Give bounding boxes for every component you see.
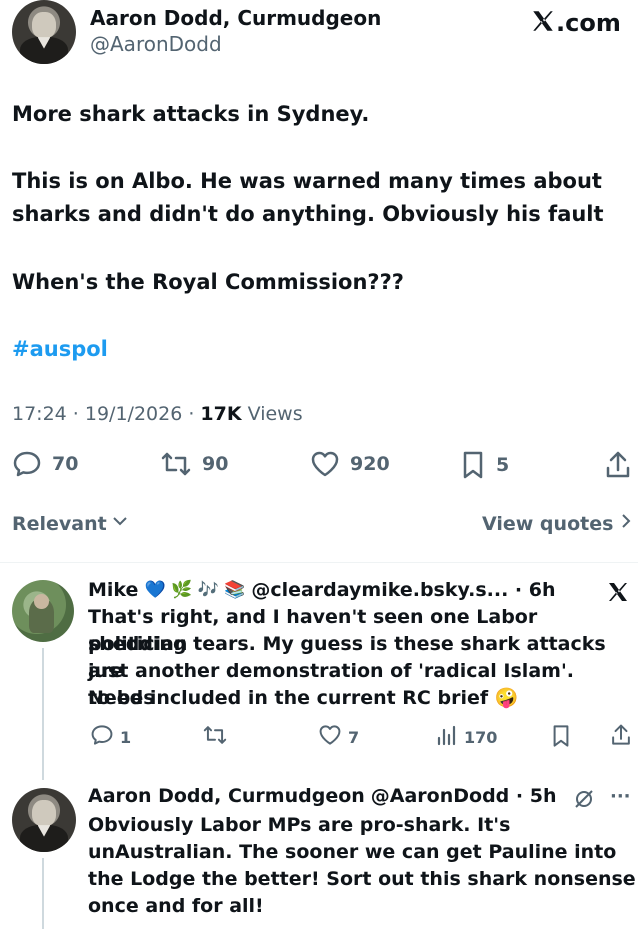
reply1-emojis: 💙 🌿 🎶 📚 <box>144 580 246 600</box>
bookmark-icon <box>460 450 486 480</box>
view-quotes-link[interactable]: View quotes <box>482 512 633 535</box>
reply1-share-button[interactable] <box>610 723 632 751</box>
reply1-header: Mike 💙 🌿 🎶 📚 @cleardaymike.bsky.s... · 6… <box>88 579 556 601</box>
reply1-views-action[interactable]: 170 <box>436 724 497 750</box>
share-button[interactable] <box>604 450 632 480</box>
chevron-right-icon <box>619 512 633 535</box>
author-name[interactable]: Aaron Dodd, Curmudgeon <box>90 6 381 30</box>
like-action[interactable]: 920 <box>310 450 390 478</box>
bar-chart-icon <box>436 724 458 750</box>
bookmark-count: 5 <box>496 454 510 476</box>
reply-count: 70 <box>52 453 79 475</box>
reply2-handle-time[interactable]: @AaronDodd · 5h <box>371 785 557 807</box>
repost-count: 90 <box>202 453 229 475</box>
thread-line <box>42 648 44 780</box>
reply1-reply-action[interactable]: 1 <box>90 724 131 750</box>
reply1-repost-action[interactable] <box>202 724 228 750</box>
reply2-text-2: unAustralian. The sooner we can get Paul… <box>88 841 617 863</box>
reply1-views-count: 170 <box>464 727 498 747</box>
section-divider <box>0 562 638 563</box>
repost-icon <box>202 724 228 750</box>
chevron-down-icon <box>111 512 129 535</box>
view-quotes-label: View quotes <box>482 512 614 535</box>
reply1-reply-count: 1 <box>120 727 132 747</box>
reply2-name[interactable]: Aaron Dodd, Curmudgeon <box>88 785 365 807</box>
thread-line <box>42 858 44 929</box>
more-options-icon[interactable]: ··· <box>610 786 631 807</box>
tweet-time[interactable]: 17:24 · 19/1/2026 · <box>12 403 200 425</box>
share-icon <box>604 450 632 480</box>
grok-icon[interactable] <box>572 787 596 815</box>
sort-label: Relevant <box>12 512 107 535</box>
reply-icon <box>12 450 42 478</box>
hashtag-link[interactable]: #auspol <box>12 332 108 366</box>
views-count: 17K <box>200 403 242 425</box>
reply2-text-1: Obviously Labor MPs are pro-shark. It's <box>88 814 511 836</box>
reply1-handle-time[interactable]: @cleardaymike.bsky.s... · 6h <box>251 579 555 601</box>
tweet-line-1: More shark attacks in Sydney. <box>12 102 370 126</box>
reply2-header: Aaron Dodd, Curmudgeon @AaronDodd · 5h <box>88 785 556 807</box>
views-label: Views <box>241 403 303 425</box>
reply1-like-count: 7 <box>348 727 360 747</box>
repost-icon <box>160 450 192 478</box>
reply2-avatar[interactable] <box>12 788 76 852</box>
x-icon <box>530 8 556 38</box>
reply1-like-action[interactable]: 7 <box>318 724 359 750</box>
heart-icon <box>310 450 340 478</box>
like-count: 920 <box>350 453 390 475</box>
share-icon <box>610 724 632 751</box>
site-label: .com <box>556 9 621 37</box>
reply1-avatar[interactable] <box>12 580 74 642</box>
reply-action[interactable]: 70 <box>12 450 78 478</box>
bookmark-icon <box>550 725 572 752</box>
author-handle[interactable]: @AaronDodd <box>90 32 222 56</box>
reply-icon <box>90 724 114 750</box>
reply2-text-4: once and for all! <box>88 895 264 917</box>
tweet-line-3: sharks and didn't do anything. Obviously… <box>12 202 604 226</box>
sort-dropdown[interactable]: Relevant <box>12 512 129 535</box>
reply2-text-3: the Lodge the better! Sort out this shar… <box>88 868 636 890</box>
author-avatar[interactable] <box>12 0 76 64</box>
x-logo: .com <box>530 8 621 38</box>
tweet-meta: 17:24 · 19/1/2026 · 17K Views <box>12 403 303 425</box>
repost-action[interactable]: 90 <box>160 450 228 478</box>
tweet-line-2: This is on Albo. He was warned many time… <box>12 169 602 193</box>
heart-icon <box>318 724 342 750</box>
reply1-bookmark-button[interactable] <box>550 724 572 752</box>
reply1-name[interactable]: Mike <box>88 579 138 601</box>
reply1-text-4: to be included in the current RC brief 🤪 <box>88 687 519 709</box>
bookmark-action[interactable]: 5 <box>460 450 509 480</box>
tweet-line-4: When's the Royal Commission??? <box>12 270 404 294</box>
